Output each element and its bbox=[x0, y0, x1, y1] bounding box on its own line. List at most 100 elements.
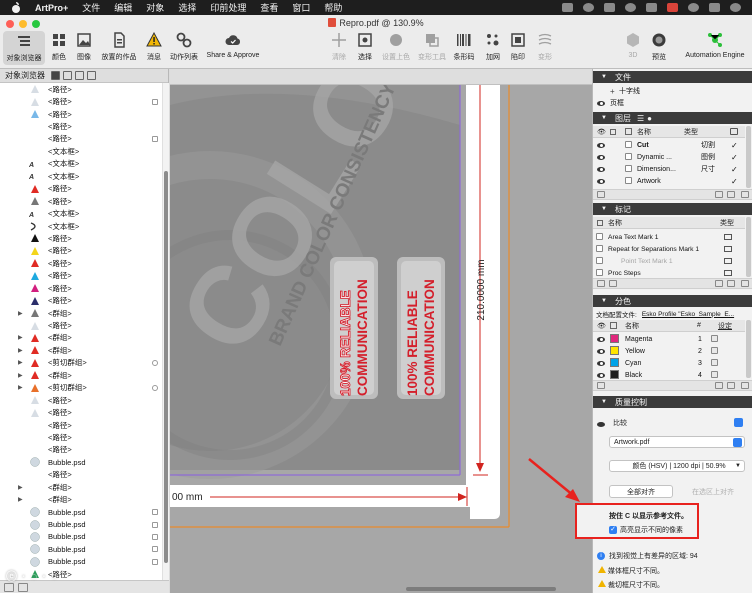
layer-select-box[interactable] bbox=[625, 177, 632, 184]
print-check-icon[interactable]: ✓ bbox=[731, 177, 738, 186]
object-tree-row[interactable]: Bubble.psd bbox=[0, 556, 162, 568]
disclosure-triangle-icon[interactable]: ▶ bbox=[18, 359, 26, 366]
document-canvas[interactable]: COLOR BRAND COLOR CONSISTENCY 210.0000 m… bbox=[170, 85, 592, 593]
object-tree-row[interactable]: <路径> bbox=[0, 270, 162, 282]
circle-icon[interactable]: ● bbox=[647, 114, 652, 123]
delete-layer-icon[interactable] bbox=[727, 191, 735, 198]
object-tree-scroll-thumb[interactable] bbox=[164, 171, 168, 563]
add-separation-icon[interactable] bbox=[715, 382, 723, 389]
marks-section-header[interactable]: ▼ 标记 bbox=[593, 203, 752, 215]
toolbar-transform-tool-button[interactable]: 变形工具 bbox=[417, 32, 447, 62]
object-tree-row[interactable]: <路径> bbox=[0, 257, 162, 269]
tray-sync-icon[interactable] bbox=[583, 3, 594, 12]
add-layer-icon[interactable] bbox=[715, 191, 723, 198]
menu-prepress[interactable]: 印前处理 bbox=[210, 1, 246, 14]
file-row-crosshair[interactable]: + 十字线 bbox=[593, 85, 752, 97]
highlight-diff-checkbox[interactable]: ✓ bbox=[609, 526, 617, 534]
eye-icon[interactable] bbox=[597, 336, 605, 342]
object-tree-row[interactable]: ▶ <群组> bbox=[0, 332, 162, 344]
separations-scrollbar[interactable] bbox=[746, 320, 751, 378]
apple-icon[interactable] bbox=[10, 1, 22, 14]
mark-row[interactable]: Area Text Mark 1 bbox=[593, 231, 745, 243]
mark-row[interactable]: Point Text Mark 1 bbox=[593, 255, 745, 267]
object-tree-row[interactable]: <文本框> bbox=[0, 145, 162, 157]
eye-icon[interactable] bbox=[597, 178, 605, 184]
gear-icon[interactable] bbox=[741, 280, 749, 287]
quality-eye-icon[interactable] bbox=[597, 422, 605, 427]
disclosure-triangle-icon[interactable]: ▶ bbox=[18, 347, 26, 354]
object-tree-row[interactable]: <路径> bbox=[0, 444, 162, 456]
highlight-diff-checkbox-row[interactable]: ✓ 高亮显示不同的像素 bbox=[609, 525, 683, 535]
eye-icon[interactable] bbox=[597, 360, 605, 366]
object-tree-row[interactable]: <路径> bbox=[0, 394, 162, 406]
separation-row[interactable]: Cyan 3 bbox=[593, 357, 745, 369]
object-tree-row[interactable]: <路径> bbox=[0, 406, 162, 418]
object-tree-row[interactable]: <路径> bbox=[0, 232, 162, 244]
toolbar-clear-button[interactable]: 清除 bbox=[328, 32, 350, 62]
eye-icon[interactable] bbox=[597, 348, 605, 354]
disclosure-triangle-icon[interactable]: ▶ bbox=[18, 484, 26, 491]
toolbar-set-fill-button[interactable]: 设置上色 bbox=[381, 32, 411, 62]
print-check-icon[interactable]: ✓ bbox=[731, 141, 738, 150]
tray-bluetooth-icon[interactable] bbox=[688, 3, 699, 12]
document-profile-link[interactable]: Esko Profile "Esko_Sample_E... bbox=[642, 311, 746, 318]
object-tree-row[interactable]: <路径> bbox=[0, 133, 162, 145]
disclosure-triangle-icon[interactable]: ▶ bbox=[18, 310, 26, 317]
object-tree-row[interactable]: A <文本框> bbox=[0, 158, 162, 170]
object-tree-row[interactable]: Bubble.psd bbox=[0, 518, 162, 530]
canvas-scroll-thumb[interactable] bbox=[406, 587, 556, 591]
add-mark-icon[interactable] bbox=[715, 280, 723, 287]
layer-row[interactable]: Cut 切割 ✓ bbox=[593, 139, 745, 151]
tray-search-icon[interactable] bbox=[730, 3, 741, 12]
toolbar-automation-engine-button[interactable]: Automation Engine bbox=[684, 32, 746, 59]
object-tree-row[interactable]: Bubble.psd bbox=[0, 543, 162, 555]
lock-icon[interactable] bbox=[597, 382, 605, 389]
object-tree-row[interactable]: <路径> bbox=[0, 195, 162, 207]
layer-select-box[interactable] bbox=[625, 153, 632, 160]
object-tree-row[interactable]: <路径> bbox=[0, 83, 162, 95]
object-tree-row[interactable]: ▶ <群组> bbox=[0, 481, 162, 493]
object-tree-row[interactable]: <路径> bbox=[0, 245, 162, 257]
toolbar-image-button[interactable]: 图像 bbox=[73, 32, 95, 62]
resolution-select[interactable]: 颜色 (HSV) | 1200 dpi | 50.9% ▼ bbox=[609, 460, 745, 472]
object-tree-row[interactable]: ▶ <剪切群组> bbox=[0, 382, 162, 394]
gear-icon[interactable] bbox=[741, 191, 749, 198]
separation-setting-box[interactable] bbox=[711, 371, 718, 378]
toolbar-warp-button[interactable]: 变形 bbox=[534, 32, 556, 62]
object-tree-scrollbar[interactable] bbox=[162, 83, 169, 580]
disclosure-triangle-icon[interactable]: ▶ bbox=[18, 372, 26, 379]
object-tree-row[interactable]: Bubble.psd bbox=[0, 531, 162, 543]
separation-row[interactable]: Yellow 2 bbox=[593, 345, 745, 357]
mark-row[interactable]: Repeat for Separations Mark 1 bbox=[593, 243, 745, 255]
eye-icon[interactable] bbox=[597, 154, 605, 160]
mark-select-box[interactable] bbox=[596, 245, 603, 252]
eye-icon[interactable] bbox=[597, 142, 605, 148]
print-check-icon[interactable]: ✓ bbox=[731, 153, 738, 162]
object-tree-row[interactable]: <路径> bbox=[0, 183, 162, 195]
gear-icon[interactable] bbox=[741, 382, 749, 389]
tray-app-icon[interactable] bbox=[667, 3, 678, 12]
link-view-icon[interactable] bbox=[63, 71, 72, 80]
menu-help[interactable]: 帮助 bbox=[324, 1, 342, 14]
reference-file-select[interactable]: Artwork.pdf bbox=[609, 436, 745, 448]
layer-row[interactable]: Dynamic ... 图例 ✓ bbox=[593, 151, 745, 163]
mark-select-box[interactable] bbox=[596, 269, 603, 276]
separation-row[interactable]: Magenta 1 bbox=[593, 333, 745, 345]
object-tree[interactable]: <路径> <路径> <路径> <路径> <路径> <文本框> A <文本框> A <文本框> <路径… bbox=[0, 83, 162, 580]
object-tree-row[interactable]: A <文本框> bbox=[0, 170, 162, 182]
menu-object[interactable]: 对象 bbox=[146, 1, 164, 14]
layer-select-box[interactable] bbox=[625, 165, 632, 172]
refresh-icon[interactable] bbox=[609, 280, 617, 287]
quality-control-section-header[interactable]: ▼ 质量控制 bbox=[593, 396, 752, 408]
separation-setting-box[interactable] bbox=[711, 335, 718, 342]
toolbar-object-browser-button[interactable]: 对象浏览器 bbox=[3, 31, 45, 65]
layers-view-icon[interactable] bbox=[87, 71, 96, 80]
pen-view-icon[interactable] bbox=[75, 71, 84, 80]
layers-scrollbar[interactable] bbox=[746, 126, 751, 188]
object-tree-row[interactable]: ▶ <群组> bbox=[0, 344, 162, 356]
menu-select[interactable]: 选择 bbox=[178, 1, 196, 14]
tray-wifi-icon[interactable] bbox=[709, 3, 720, 12]
toolbar-select-button[interactable]: 选择 bbox=[354, 32, 376, 62]
layer-row[interactable]: Artwork ✓ bbox=[593, 175, 745, 187]
menu-window[interactable]: 窗口 bbox=[292, 1, 310, 14]
